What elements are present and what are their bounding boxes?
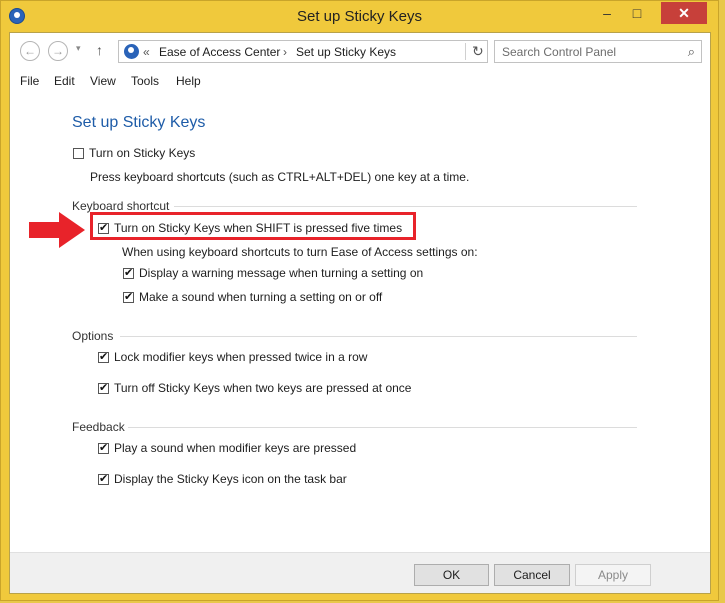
search-placeholder: Search Control Panel xyxy=(502,45,617,59)
minimize-button[interactable]: – xyxy=(593,2,621,24)
menu-edit[interactable]: Edit xyxy=(54,74,75,88)
menu-view[interactable]: View xyxy=(90,74,116,88)
window: Set up Sticky Keys – □ ✕ ← → ▾ ↑ « Ease … xyxy=(0,0,719,601)
double-chevron-icon[interactable]: « xyxy=(143,45,150,59)
options-heading: Options xyxy=(72,329,114,343)
search-icon[interactable]: ⌕ xyxy=(688,44,695,60)
dialog-footer: OK Cancel Apply xyxy=(10,552,710,593)
taskbar-icon-checkbox[interactable]: ✔ xyxy=(98,474,109,485)
control-panel-icon xyxy=(124,44,139,59)
feedback-heading: Feedback xyxy=(72,420,125,434)
address-row: ← → ▾ ↑ « Ease of Access Center › Set up… xyxy=(10,33,710,71)
address-bar[interactable]: « Ease of Access Center › Set up Sticky … xyxy=(118,40,488,63)
turn-off-two-keys-checkbox[interactable]: ✔ xyxy=(98,383,109,394)
close-button[interactable]: ✕ xyxy=(661,2,707,24)
lock-modifier-checkbox[interactable]: ✔ xyxy=(98,352,109,363)
maximize-button[interactable]: □ xyxy=(623,2,651,24)
section-divider xyxy=(174,206,637,207)
menu-bar: File Edit View Tools Help xyxy=(10,71,710,93)
section-divider xyxy=(120,336,637,337)
apply-button[interactable]: Apply xyxy=(575,564,651,586)
refresh-icon[interactable]: ↻ xyxy=(465,43,484,60)
turn-on-sticky-keys-label[interactable]: Turn on Sticky Keys xyxy=(89,146,195,160)
breadcrumb-separator-icon[interactable]: › xyxy=(283,45,287,59)
shift-five-times-label[interactable]: Turn on Sticky Keys when SHIFT is presse… xyxy=(114,221,402,235)
section-divider xyxy=(128,427,637,428)
warning-message-label[interactable]: Display a warning message when turning a… xyxy=(139,266,423,280)
recent-pages-chevron-icon[interactable]: ▾ xyxy=(76,43,81,54)
breadcrumb-ease-of-access-center[interactable]: Ease of Access Center xyxy=(159,45,280,59)
page-title: Set up Sticky Keys xyxy=(72,114,206,131)
lock-modifier-label[interactable]: Lock modifier keys when pressed twice in… xyxy=(114,350,367,364)
title-bar: Set up Sticky Keys – □ ✕ xyxy=(1,1,718,32)
make-sound-label[interactable]: Make a sound when turning a setting on o… xyxy=(139,290,382,304)
turn-on-description: Press keyboard shortcuts (such as CTRL+A… xyxy=(90,170,470,184)
window-body: ← → ▾ ↑ « Ease of Access Center › Set up… xyxy=(9,32,711,594)
taskbar-icon-label[interactable]: Display the Sticky Keys icon on the task… xyxy=(114,472,347,486)
menu-help[interactable]: Help xyxy=(176,74,201,88)
cancel-button[interactable]: Cancel xyxy=(494,564,570,586)
make-sound-checkbox[interactable]: ✔ xyxy=(123,292,134,303)
warning-message-checkbox[interactable]: ✔ xyxy=(123,268,134,279)
back-button[interactable]: ← xyxy=(20,41,40,61)
shortcut-note: When using keyboard shortcuts to turn Ea… xyxy=(122,245,478,259)
play-sound-label[interactable]: Play a sound when modifier keys are pres… xyxy=(114,441,356,455)
up-arrow-icon[interactable]: ↑ xyxy=(96,42,103,58)
search-input[interactable]: Search Control Panel ⌕ xyxy=(494,40,702,63)
red-arrow-icon xyxy=(29,212,85,248)
menu-file[interactable]: File xyxy=(20,74,39,88)
breadcrumb-set-up-sticky-keys[interactable]: Set up Sticky Keys xyxy=(296,45,396,59)
ok-button[interactable]: OK xyxy=(414,564,489,586)
forward-button[interactable]: → xyxy=(48,41,68,61)
play-sound-checkbox[interactable]: ✔ xyxy=(98,443,109,454)
menu-tools[interactable]: Tools xyxy=(131,74,159,88)
content-pane: Set up Sticky Keys Turn on Sticky Keys P… xyxy=(10,93,710,593)
turn-on-sticky-keys-checkbox[interactable] xyxy=(73,148,84,159)
turn-off-two-keys-label[interactable]: Turn off Sticky Keys when two keys are p… xyxy=(114,381,411,395)
shift-five-times-checkbox[interactable]: ✔ xyxy=(98,223,109,234)
keyboard-shortcut-heading: Keyboard shortcut xyxy=(72,199,170,213)
